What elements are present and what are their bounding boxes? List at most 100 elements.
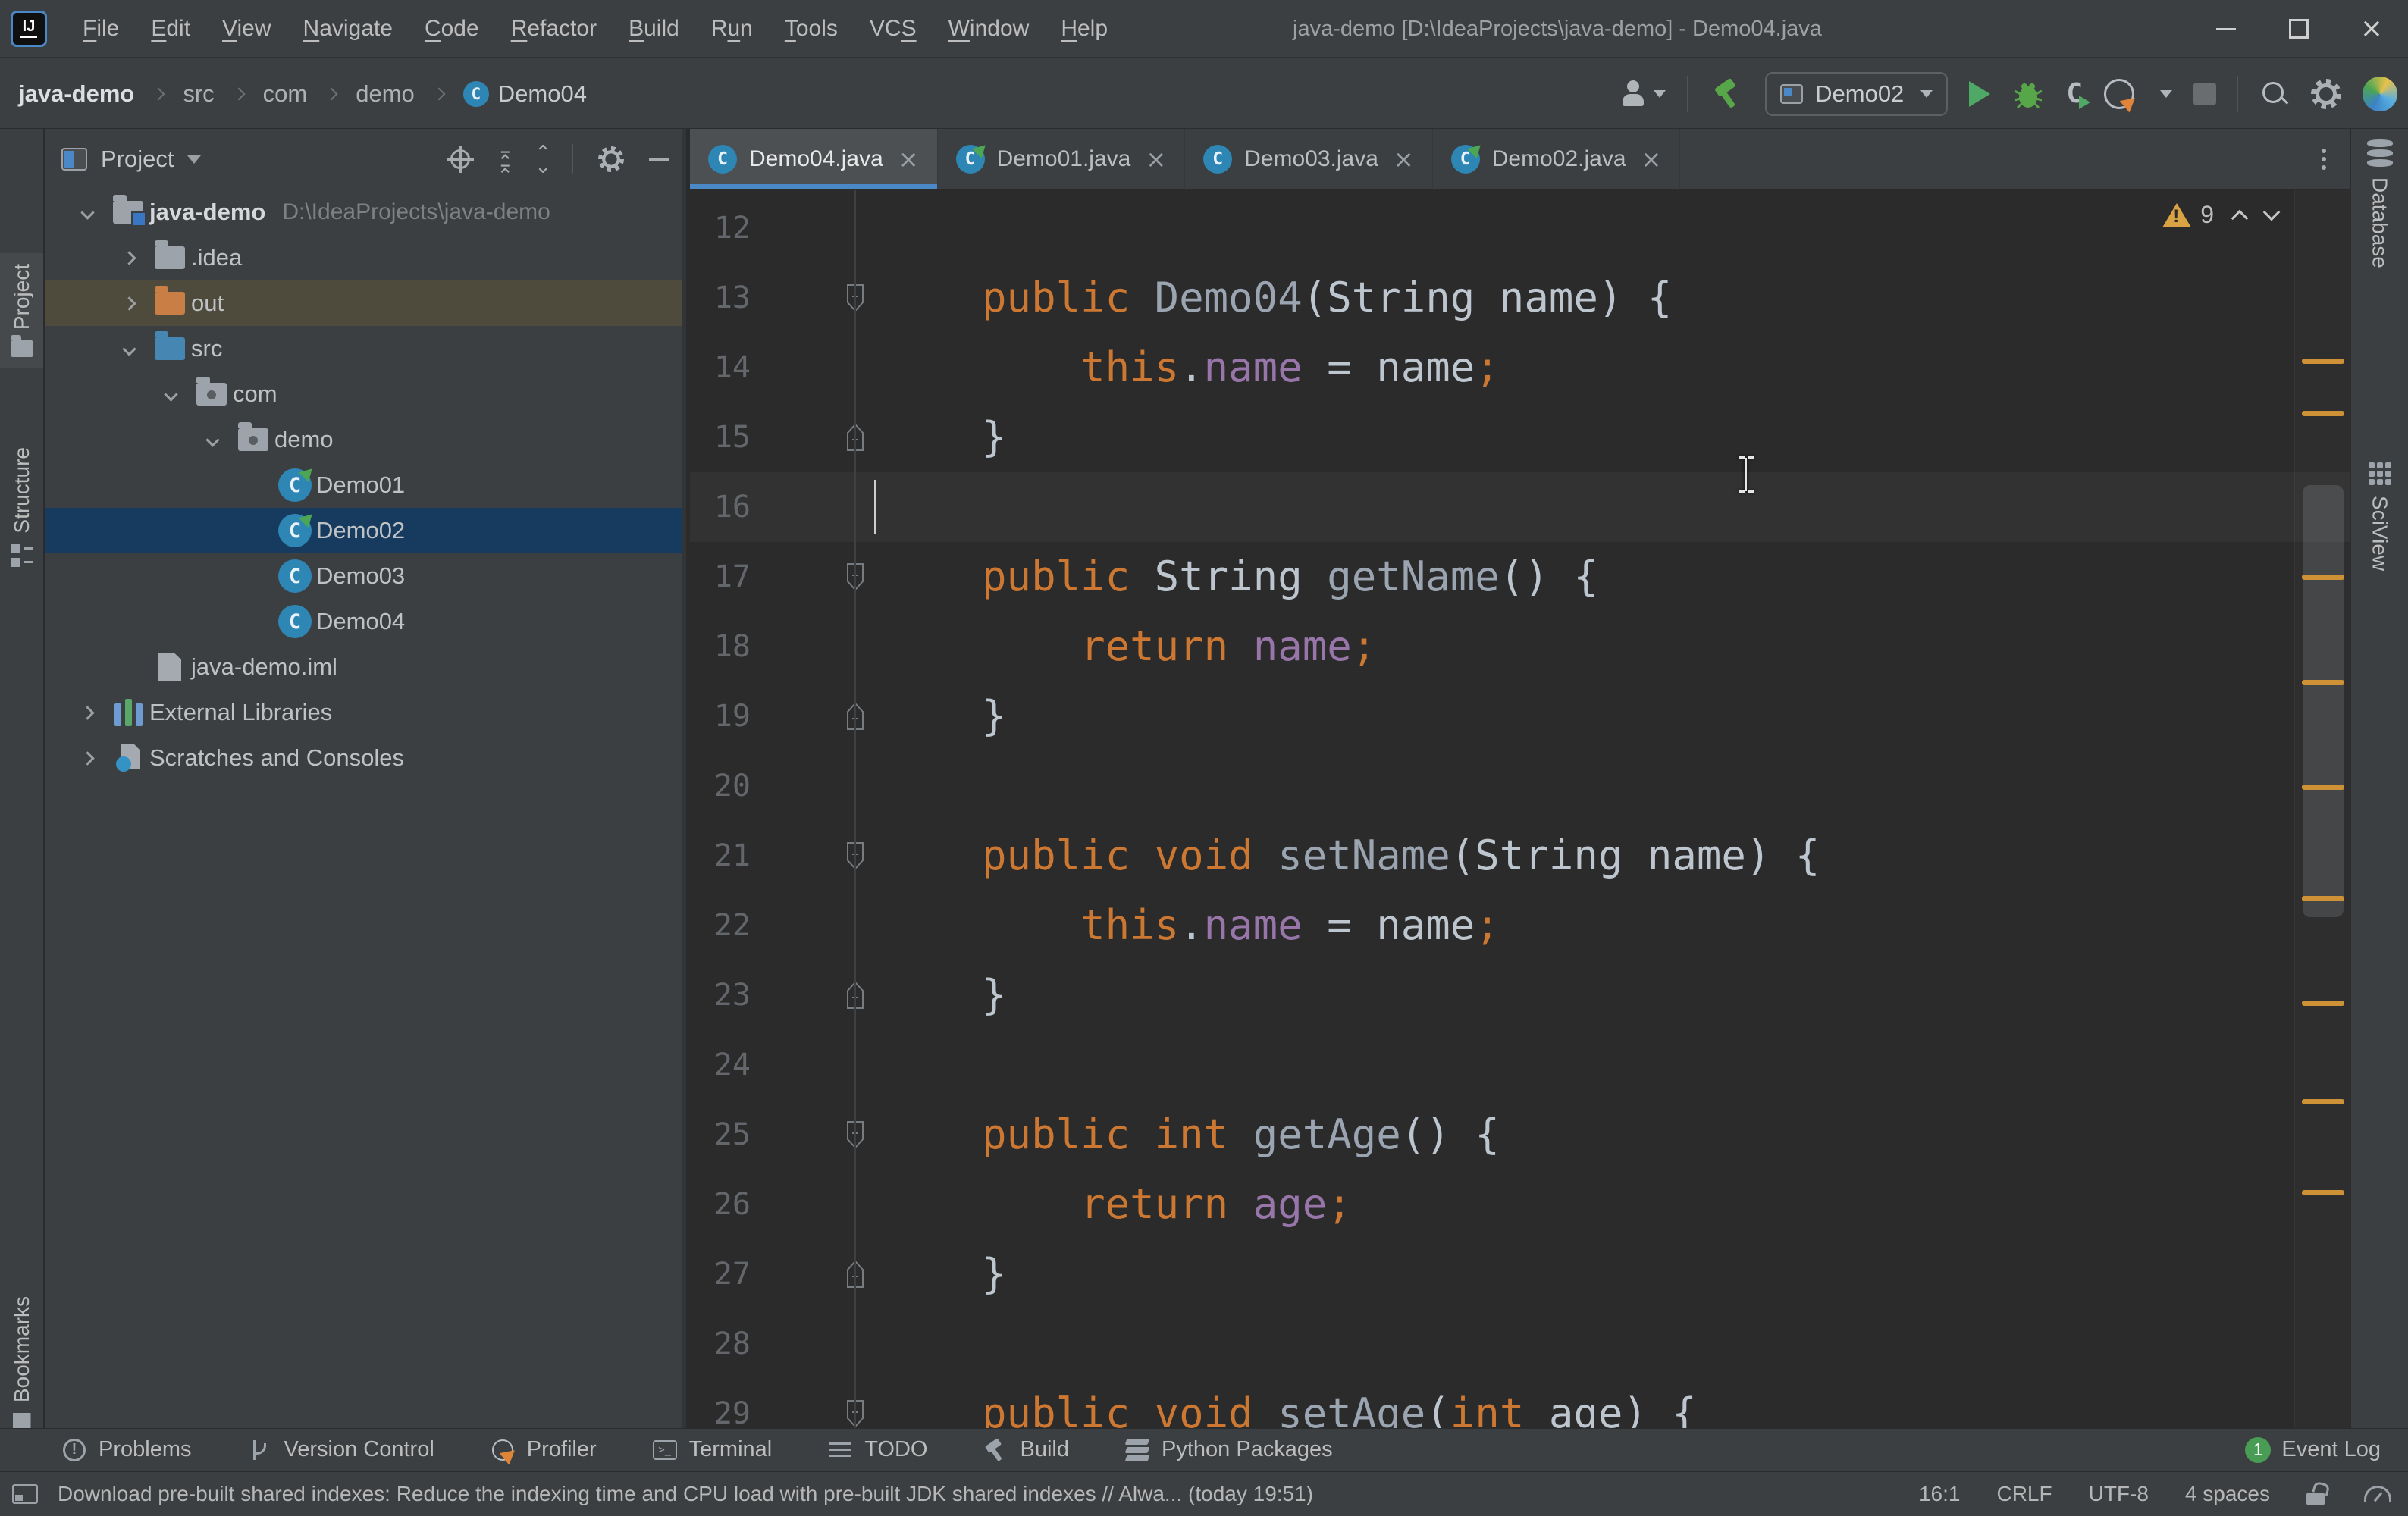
code-line-22[interactable]: 22 this.name = name;: [690, 891, 2350, 960]
code-editor[interactable]: 12 13 public Demo04(String name) { 14 th…: [690, 190, 2350, 1428]
tree-item-src[interactable]: src: [45, 326, 682, 371]
tool-window-button-build[interactable]: Build: [955, 1429, 1096, 1471]
code-line-24[interactable]: 24: [690, 1030, 2350, 1100]
file-encoding[interactable]: UTF-8: [2089, 1482, 2149, 1506]
tree-item-iml[interactable]: java-demo.iml: [45, 644, 682, 690]
warning-stripe-mark[interactable]: [2302, 896, 2344, 901]
locate-file-button[interactable]: [447, 146, 474, 173]
tree-item-demo01[interactable]: C Demo01: [45, 462, 682, 508]
hide-panel-button[interactable]: [649, 158, 669, 161]
breadcrumb-item[interactable]: CDemo04: [463, 80, 587, 108]
tree-item-idea[interactable]: .idea: [45, 235, 682, 280]
breadcrumb-item[interactable]: java-demo: [18, 80, 134, 108]
search-everywhere-button[interactable]: [2259, 79, 2290, 109]
settings-button[interactable]: [2311, 79, 2341, 109]
tree-item-demo02[interactable]: C Demo02: [45, 508, 682, 553]
event-log-button[interactable]: 1 Event Log: [2245, 1437, 2381, 1463]
tool-strip-project[interactable]: Project: [0, 253, 43, 368]
tree-item-scratches[interactable]: Scratches and Consoles: [45, 735, 682, 781]
warning-stripe-mark[interactable]: [2302, 785, 2344, 790]
code-line-13[interactable]: 13 public Demo04(String name) {: [690, 263, 2350, 333]
status-message[interactable]: Download pre-built shared indexes: Reduc…: [58, 1482, 1919, 1506]
warning-stripe-mark[interactable]: [2302, 680, 2344, 685]
menu-edit[interactable]: Edit: [135, 16, 206, 42]
project-panel-title[interactable]: Project: [101, 146, 174, 173]
expand-all-button[interactable]: ⌅⌅: [497, 146, 512, 173]
breadcrumb-item[interactable]: src: [183, 80, 214, 108]
menu-tools[interactable]: Tools: [769, 16, 854, 42]
code-line-20[interactable]: 20: [690, 751, 2350, 821]
editor-tab-demo02[interactable]: C Demo02.java ×: [1433, 129, 1681, 189]
close-tab-icon[interactable]: ×: [1146, 145, 1166, 174]
menu-help[interactable]: Help: [1045, 16, 1124, 42]
line-ending[interactable]: CRLF: [1996, 1482, 2052, 1506]
close-button[interactable]: ×: [2335, 0, 2408, 58]
run-button[interactable]: [1969, 81, 1990, 107]
caret-position[interactable]: 16:1: [1919, 1482, 1961, 1506]
tree-collapse-chevron-icon[interactable]: [80, 205, 94, 219]
warning-stripe-mark[interactable]: [2302, 575, 2344, 580]
warning-stripe-mark[interactable]: [2302, 1190, 2344, 1195]
chevron-down-icon[interactable]: [2160, 90, 2172, 98]
build-button[interactable]: [1709, 77, 1744, 111]
editor-tab-demo01[interactable]: C Demo01.java ×: [938, 129, 1186, 189]
tool-window-button-python-packages[interactable]: Python Packages: [1096, 1429, 1360, 1471]
memory-gauge-icon[interactable]: [2364, 1486, 2391, 1502]
tool-strip-database[interactable]: Database: [2351, 139, 2408, 268]
tree-collapse-chevron-icon[interactable]: [122, 342, 136, 356]
scrollbar-thumb[interactable]: [2303, 485, 2344, 917]
code-line-29[interactable]: 29 public void setAge(int age) {: [690, 1379, 2350, 1428]
tree-collapse-chevron-icon[interactable]: [164, 387, 177, 401]
code-line-18[interactable]: 18 return name;: [690, 612, 2350, 681]
tree-item-demo[interactable]: demo: [45, 417, 682, 462]
collapse-all-button[interactable]: ⌃⌄: [535, 146, 550, 173]
menu-code[interactable]: Code: [409, 16, 495, 42]
tree-expand-chevron-icon[interactable]: [122, 251, 136, 265]
code-line-12[interactable]: 12: [690, 193, 2350, 263]
stop-button[interactable]: [2193, 83, 2216, 105]
tool-window-button-terminal[interactable]: >_Terminal: [624, 1429, 800, 1471]
tree-expand-chevron-icon[interactable]: [80, 706, 94, 719]
warning-stripe-mark[interactable]: [2302, 1099, 2344, 1104]
tool-strip-structure[interactable]: Structure: [0, 447, 43, 567]
warning-stripe-mark[interactable]: [2302, 359, 2344, 364]
menu-file[interactable]: File: [67, 16, 135, 42]
tool-window-button-todo[interactable]: TODO: [799, 1429, 955, 1471]
code-line-15[interactable]: 15 }: [690, 402, 2350, 472]
toggle-tool-windows-icon[interactable]: [12, 1484, 38, 1504]
tree-expand-chevron-icon[interactable]: [80, 751, 94, 765]
maximize-button[interactable]: [2262, 0, 2335, 58]
tab-options-button[interactable]: [2297, 129, 2350, 189]
tool-window-button-profiler[interactable]: Profiler: [462, 1429, 624, 1471]
gear-icon[interactable]: [598, 146, 624, 172]
breadcrumb-item[interactable]: demo: [356, 80, 415, 108]
tree-expand-chevron-icon[interactable]: [122, 296, 136, 310]
tree-item-com[interactable]: com: [45, 371, 682, 417]
menu-vcs[interactable]: VCS: [854, 16, 933, 42]
indent-setting[interactable]: 4 spaces: [2185, 1482, 2270, 1506]
editor-tab-demo03[interactable]: C Demo03.java ×: [1185, 129, 1433, 189]
code-line-23[interactable]: 23 }: [690, 960, 2350, 1030]
close-tab-icon[interactable]: ×: [1641, 145, 1662, 174]
code-line-25[interactable]: 25 public int getAge() {: [690, 1100, 2350, 1170]
tree-item-demo04[interactable]: C Demo04: [45, 599, 682, 644]
menu-window[interactable]: Window: [933, 16, 1046, 42]
editor-tab-demo04[interactable]: C Demo04.java ×: [690, 129, 938, 189]
tree-item-demo03[interactable]: C Demo03: [45, 553, 682, 599]
tool-strip-bookmarks[interactable]: Bookmarks: [0, 1296, 43, 1437]
menu-run[interactable]: Run: [695, 16, 769, 42]
code-line-19[interactable]: 19 }: [690, 681, 2350, 751]
ide-updates-button[interactable]: [2363, 77, 2397, 111]
menu-refactor[interactable]: Refactor: [495, 16, 613, 42]
chevron-down-icon[interactable]: [187, 155, 201, 164]
previous-warning-button[interactable]: [2231, 209, 2249, 227]
code-line-14[interactable]: 14 this.name = name;: [690, 333, 2350, 402]
menu-view[interactable]: View: [206, 16, 287, 42]
tree-item-out[interactable]: out: [45, 280, 682, 326]
inspections-widget[interactable]: 9: [2162, 201, 2278, 229]
tool-window-button-problems[interactable]: !Problems: [33, 1429, 219, 1471]
tool-window-button-version-control[interactable]: Version Control: [219, 1429, 462, 1471]
unlock-icon[interactable]: [2306, 1483, 2328, 1505]
menu-build[interactable]: Build: [613, 16, 695, 42]
warning-stripe-mark[interactable]: [2302, 1001, 2344, 1006]
